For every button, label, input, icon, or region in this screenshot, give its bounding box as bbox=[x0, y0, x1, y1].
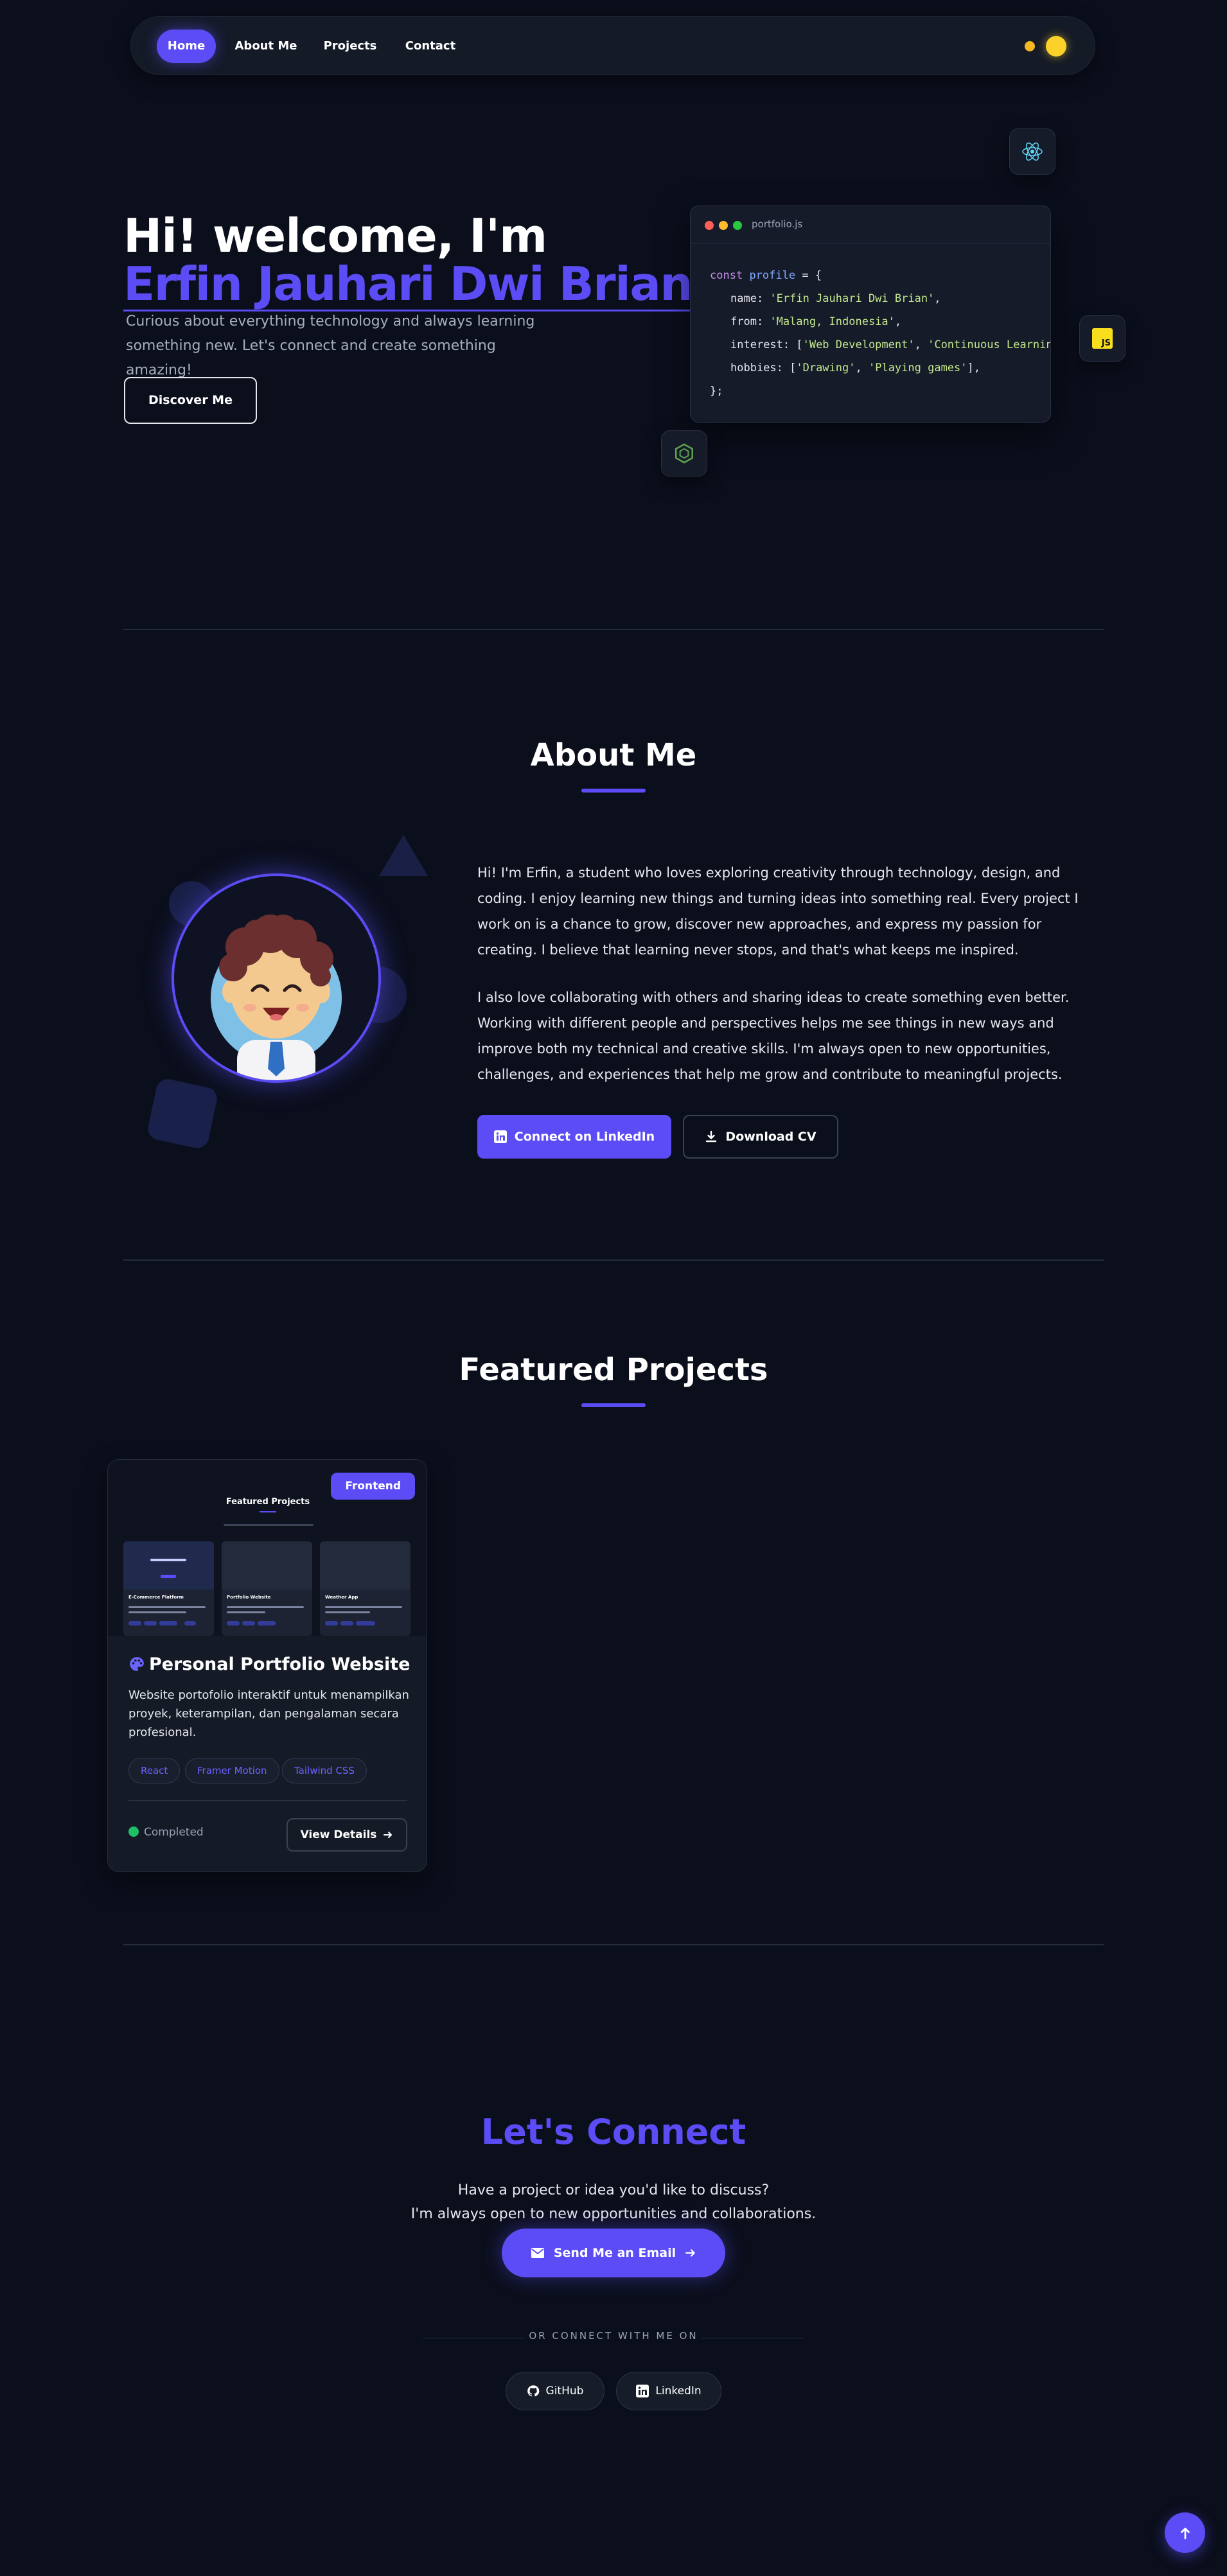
code-line: const profile = { bbox=[710, 269, 822, 282]
decor-square bbox=[146, 1077, 219, 1150]
view-details-label: View Details bbox=[300, 1828, 377, 1841]
status-dot-icon bbox=[128, 1827, 139, 1837]
or-connect-text: OR CONNECT WITH ME ON bbox=[529, 2330, 698, 2342]
scroll-to-top-button[interactable] bbox=[1165, 2512, 1205, 2553]
arrow-up-icon bbox=[1180, 2527, 1190, 2539]
send-email-label: Send Me an Email bbox=[553, 2246, 676, 2260]
window-minimize-dot bbox=[719, 221, 728, 230]
project-tag: React bbox=[128, 1758, 181, 1783]
hero-name: Erfin Jauhari Dwi Brian bbox=[123, 257, 693, 311]
project-tag: Tailwind CSS bbox=[282, 1758, 367, 1783]
view-details-button[interactable]: View Details bbox=[287, 1818, 407, 1852]
project-description: Website portofolio interaktif untuk mena… bbox=[128, 1688, 409, 1739]
navbar: Home About Me Projects Contact bbox=[130, 16, 1095, 75]
preview-card: Weather App bbox=[320, 1541, 410, 1636]
project-category-badge: Frontend bbox=[331, 1473, 415, 1500]
projects-title-underline bbox=[581, 1403, 646, 1407]
github-icon bbox=[527, 2385, 539, 2397]
github-label: GitHub bbox=[545, 2385, 584, 2397]
linkedin-icon bbox=[636, 2385, 649, 2397]
nav-home[interactable]: Home bbox=[157, 30, 216, 63]
section-divider bbox=[123, 1944, 1104, 1945]
hero-description: Curious about everything technology and … bbox=[126, 313, 535, 378]
about-title-underline bbox=[581, 789, 646, 793]
github-button[interactable]: GitHub bbox=[506, 2372, 605, 2410]
code-line: name: 'Erfin Jauhari Dwi Brian', bbox=[730, 292, 941, 305]
mail-icon bbox=[531, 2248, 544, 2258]
avatar-illustration bbox=[211, 915, 342, 1080]
projects-title: Featured Projects bbox=[459, 1352, 768, 1388]
about-paragraph-1: Hi! I'm Erfin, a student who loves explo… bbox=[477, 865, 1079, 958]
window-close-dot bbox=[705, 221, 714, 230]
hero-greeting: Hi! welcome, I'm bbox=[123, 209, 547, 263]
download-cv-label: Download CV bbox=[725, 1130, 817, 1144]
code-card-header: portfolio.js bbox=[691, 206, 1050, 243]
connect-subtitle-line1: Have a project or idea you'd like to dis… bbox=[457, 2182, 770, 2198]
project-screenshot: Featured Projects E-Commerce Platform Po… bbox=[108, 1460, 427, 1636]
project-title: Personal Portfolio Website bbox=[128, 1654, 410, 1674]
project-card-separator bbox=[128, 1800, 407, 1801]
send-email-button[interactable]: Send Me an Email bbox=[502, 2229, 725, 2277]
react-icon bbox=[1022, 142, 1043, 161]
js-chip: JS bbox=[1079, 315, 1125, 362]
theme-indicator-dot bbox=[1025, 41, 1035, 51]
node-chip bbox=[661, 430, 707, 477]
project-status-label: Completed bbox=[144, 1826, 204, 1839]
connect-subtitle-line2: I'm always open to new opportunities and… bbox=[410, 2206, 817, 2222]
download-icon bbox=[706, 1130, 717, 1143]
code-filename: portfolio.js bbox=[752, 218, 803, 230]
code-line: hobbies: ['Drawing', 'Playing games'], bbox=[730, 362, 980, 374]
project-tag: Framer Motion bbox=[185, 1758, 279, 1783]
code-line: }; bbox=[710, 385, 723, 398]
download-cv-button[interactable]: Download CV bbox=[683, 1115, 838, 1159]
connect-linkedin-label: Connect on LinkedIn bbox=[514, 1130, 655, 1144]
linkedin-button[interactable]: LinkedIn bbox=[616, 2372, 721, 2410]
react-chip bbox=[1009, 128, 1055, 175]
nav-contact[interactable]: Contact bbox=[403, 30, 457, 63]
about-paragraph-2: I also love collaborating with others an… bbox=[477, 990, 1070, 1082]
code-line: interest: ['Web Development', 'Continuou… bbox=[730, 338, 1050, 351]
preview-card: Portfolio Website bbox=[222, 1541, 312, 1636]
preview-underline bbox=[260, 1511, 276, 1512]
about-title: About Me bbox=[530, 737, 697, 773]
linkedin-label: LinkedIn bbox=[655, 2385, 702, 2397]
project-title-text: Personal Portfolio Website bbox=[149, 1654, 410, 1674]
preview-card-title: E-Commerce Platform bbox=[128, 1595, 184, 1600]
avatar bbox=[172, 873, 381, 1083]
decor-triangle bbox=[379, 835, 428, 876]
section-divider bbox=[123, 1259, 1104, 1261]
code-line: from: 'Malang, Indonesia', bbox=[730, 315, 902, 328]
nav-about[interactable]: About Me bbox=[234, 30, 298, 63]
node-icon bbox=[675, 443, 694, 464]
arrow-right-icon bbox=[384, 1832, 393, 1838]
palette-icon bbox=[130, 1657, 144, 1671]
theme-toggle-sun-icon[interactable] bbox=[1046, 36, 1066, 57]
preview-subtitle-bar bbox=[224, 1524, 313, 1526]
nav-projects[interactable]: Projects bbox=[321, 30, 379, 63]
project-status: Completed bbox=[128, 1826, 204, 1839]
preview-card-title: Portfolio Website bbox=[227, 1595, 271, 1600]
js-icon: JS bbox=[1092, 328, 1113, 349]
arrow-right-icon bbox=[685, 2249, 695, 2257]
preview-card-title: Weather App bbox=[325, 1595, 358, 1600]
connect-title: Let's Connect bbox=[481, 2112, 746, 2152]
project-card[interactable]: Featured Projects E-Commerce Platform Po… bbox=[107, 1459, 427, 1872]
discover-button[interactable]: Discover Me bbox=[124, 377, 257, 424]
section-divider bbox=[123, 629, 1104, 630]
code-card: portfolio.js const profile = { name: 'Er… bbox=[690, 206, 1051, 423]
connect-linkedin-button[interactable]: Connect on LinkedIn bbox=[477, 1115, 671, 1159]
window-maximize-dot bbox=[733, 221, 742, 230]
linkedin-icon bbox=[493, 1130, 507, 1143]
preview-card: E-Commerce Platform bbox=[123, 1541, 214, 1636]
code-body: const profile = { name: 'Erfin Jauhari D… bbox=[710, 264, 1050, 403]
